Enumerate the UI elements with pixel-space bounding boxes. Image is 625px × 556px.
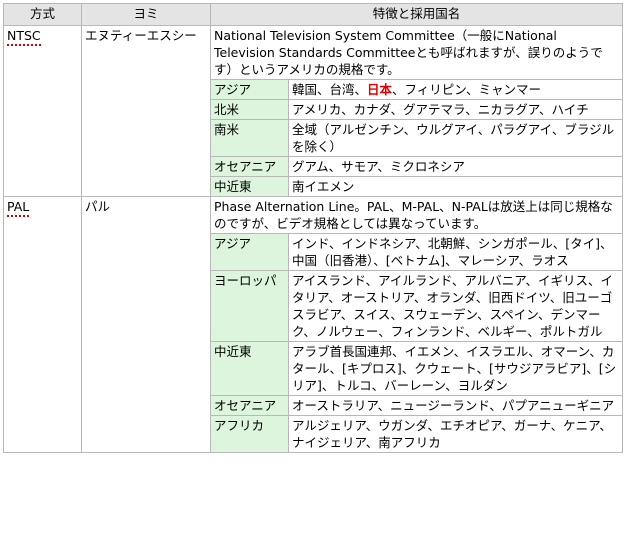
ntsc-description-row: NTSC エヌティーエスシー National Television Syste… (3, 25, 624, 197)
region-pal-oceania: オセアニア (210, 395, 289, 416)
yomi-ntsc: エヌティーエスシー (81, 25, 211, 197)
yomi-pal: パル (81, 196, 211, 453)
region-ntsc-south-america: 南米 (210, 119, 289, 157)
method-cell-pal: PAL (3, 196, 82, 453)
countries-ntsc-middle-east: 南イエメン (287, 176, 624, 197)
highlight-japan: 日本 (367, 82, 393, 97)
region-ntsc-middle-east: 中近東 (210, 176, 289, 197)
region-pal-africa: アフリカ (210, 415, 289, 453)
header-features: 特徴と採用国名 (209, 3, 624, 26)
method-name-pal[interactable]: PAL (7, 199, 30, 217)
method-cell-ntsc: NTSC (3, 25, 82, 197)
countries-pal-europe: アイスランド、アイルランド、アルバニア、イギリス、イタリア、オーストリア、オラン… (287, 270, 624, 342)
region-pal-asia: アジア (210, 233, 289, 271)
region-ntsc-oceania: オセアニア (210, 156, 289, 177)
countries-pal-middle-east: アラブ首長国連邦、イエメン、イスラエル、オマーン、カタール、[キプロス]、クウェ… (287, 341, 624, 396)
countries-pal-oceania: オーストラリア、ニュージーランド、パプアニューギニア (287, 395, 624, 416)
countries-pal-asia: インド、インドネシア、北朝鮮、シンガポール、[タイ]、中国（旧香港）、[ベトナム… (287, 233, 624, 271)
header-method: 方式 (3, 3, 82, 26)
tv-standards-table: 方式 ヨミ 特徴と採用国名 NTSC エヌティーエスシー National Te… (3, 3, 624, 453)
region-ntsc-asia: アジア (210, 79, 289, 100)
header-yomi: ヨミ (81, 3, 211, 26)
pal-description-row: PAL パル Phase Alternation Line。PAL、M-PAL、… (3, 196, 624, 453)
method-name-ntsc[interactable]: NTSC (7, 28, 41, 46)
countries-pal-africa: アルジェリア、ウガンダ、エチオピア、ガーナ、ケニア、ナイジェリア、南アフリカ (287, 415, 624, 453)
region-pal-middle-east: 中近東 (210, 341, 289, 396)
countries-ntsc-north-america: アメリカ、カナダ、グアテマラ、ニカラグア、ハイチ (287, 99, 624, 120)
countries-ntsc-south-america: 全域（アルゼンチン、ウルグアイ、パラグアイ、ブラジルを除く） (287, 119, 624, 157)
countries-text: 韓国、台湾、 (292, 82, 368, 97)
countries-text: 、フィリピン、ミャンマー (392, 82, 542, 97)
countries-ntsc-asia: 韓国、台湾、日本、フィリピン、ミャンマー (287, 79, 624, 100)
header-row: 方式 ヨミ 特徴と採用国名 (3, 3, 624, 26)
region-ntsc-north-america: 北米 (210, 99, 289, 120)
region-pal-europe: ヨーロッパ (210, 270, 289, 342)
countries-ntsc-oceania: グアム、サモア、ミクロネシア (287, 156, 624, 177)
description-pal: Phase Alternation Line。PAL、M-PAL、N-PALは放… (209, 196, 624, 234)
description-ntsc: National Television System Committee（一般に… (209, 25, 624, 80)
table-wrapper: 方式 ヨミ 特徴と採用国名 NTSC エヌティーエスシー National Te… (3, 3, 624, 453)
